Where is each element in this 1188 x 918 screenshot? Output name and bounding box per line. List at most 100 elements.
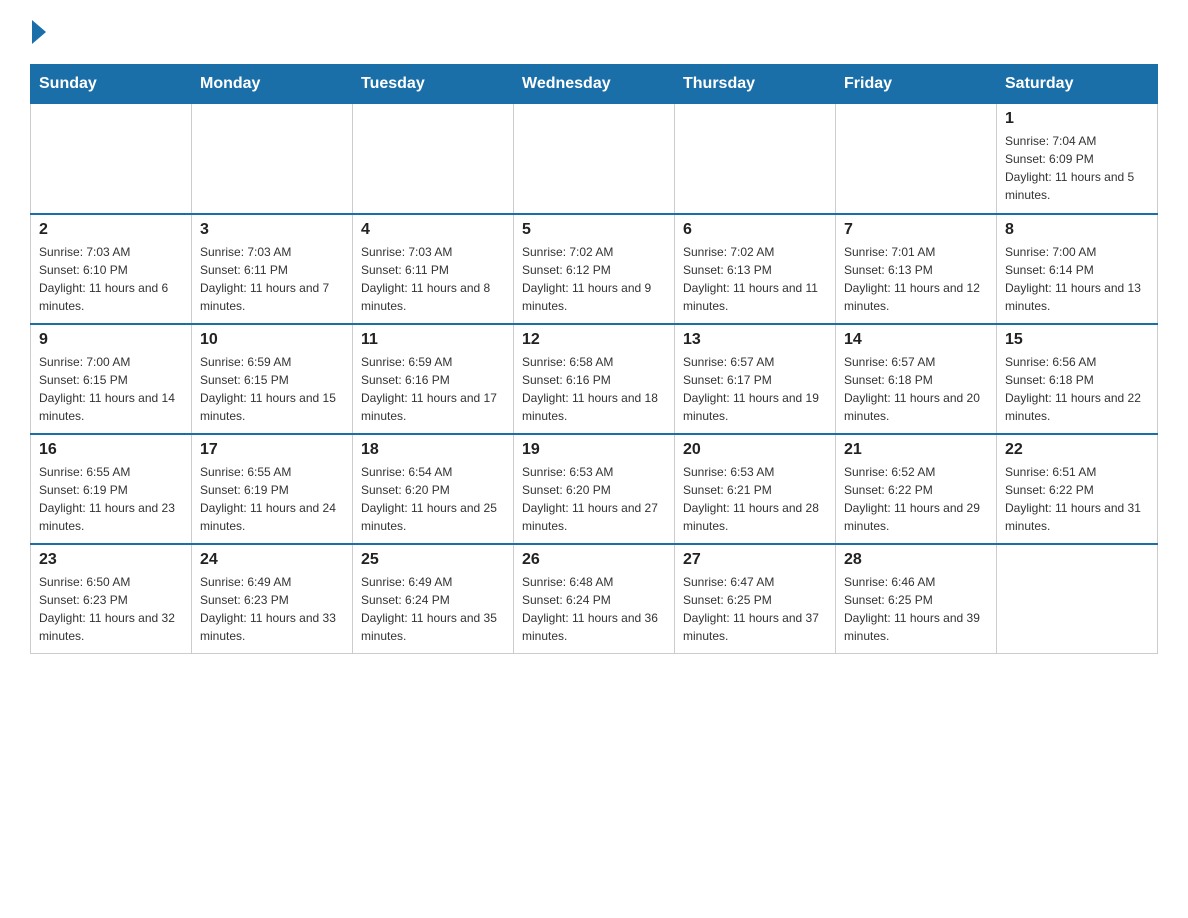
day-info: Sunrise: 6:59 AM Sunset: 6:16 PM Dayligh… <box>361 353 505 425</box>
logo <box>30 20 50 44</box>
day-info: Sunrise: 6:50 AM Sunset: 6:23 PM Dayligh… <box>39 573 183 645</box>
day-number: 22 <box>1005 441 1149 459</box>
calendar-week-2: 2 Sunrise: 7:03 AM Sunset: 6:10 PM Daylig… <box>31 214 1158 324</box>
day-info: Sunrise: 7:02 AM Sunset: 6:12 PM Dayligh… <box>522 243 666 315</box>
day-info: Sunrise: 7:03 AM Sunset: 6:10 PM Dayligh… <box>39 243 183 315</box>
day-info: Sunrise: 7:02 AM Sunset: 6:13 PM Dayligh… <box>683 243 827 315</box>
calendar-cell <box>675 104 836 214</box>
calendar-cell: 5Sunrise: 7:02 AM Sunset: 6:12 PM Daylig… <box>514 214 675 324</box>
weekday-header-thursday: Thursday <box>675 65 836 104</box>
calendar-cell: 6 Sunrise: 7:02 AM Sunset: 6:13 PM Daylig… <box>675 214 836 324</box>
calendar-cell: 2 Sunrise: 7:03 AM Sunset: 6:10 PM Daylig… <box>31 214 192 324</box>
day-info: Sunrise: 7:01 AM Sunset: 6:13 PM Dayligh… <box>844 243 988 315</box>
calendar-cell: 21Sunrise: 6:52 AM Sunset: 6:22 PM Dayli… <box>836 434 997 544</box>
day-info: Sunrise: 6:47 AM Sunset: 6:25 PM Dayligh… <box>683 573 827 645</box>
calendar-cell <box>997 544 1158 654</box>
day-number: 12 <box>522 331 666 349</box>
day-info: Sunrise: 6:59 AM Sunset: 6:15 PM Dayligh… <box>200 353 344 425</box>
day-number: 7 <box>844 221 988 239</box>
calendar-cell: 1Sunrise: 7:04 AM Sunset: 6:09 PM Daylig… <box>997 104 1158 214</box>
day-number: 9 <box>39 331 183 349</box>
day-number: 27 <box>683 551 827 569</box>
calendar-cell: 12 Sunrise: 6:58 AM Sunset: 6:16 PM Dayli… <box>514 324 675 434</box>
calendar-cell: 7 Sunrise: 7:01 AM Sunset: 6:13 PM Daylig… <box>836 214 997 324</box>
day-number: 3 <box>200 221 344 239</box>
calendar-cell: 22 Sunrise: 6:51 AM Sunset: 6:22 PM Dayli… <box>997 434 1158 544</box>
calendar-week-4: 16 Sunrise: 6:55 AM Sunset: 6:19 PM Dayli… <box>31 434 1158 544</box>
day-info: Sunrise: 7:00 AM Sunset: 6:14 PM Dayligh… <box>1005 243 1149 315</box>
day-info: Sunrise: 7:00 AM Sunset: 6:15 PM Dayligh… <box>39 353 183 425</box>
day-number: 13 <box>683 331 827 349</box>
weekday-header-row: SundayMondayTuesdayWednesdayThursdayFrid… <box>31 65 1158 104</box>
calendar-cell: 4 Sunrise: 7:03 AM Sunset: 6:11 PM Daylig… <box>353 214 514 324</box>
calendar-cell: 19 Sunrise: 6:53 AM Sunset: 6:20 PM Dayli… <box>514 434 675 544</box>
day-info: Sunrise: 6:49 AM Sunset: 6:24 PM Dayligh… <box>361 573 505 645</box>
page-header <box>30 20 1158 44</box>
calendar-cell: 9 Sunrise: 7:00 AM Sunset: 6:15 PM Daylig… <box>31 324 192 434</box>
day-info: Sunrise: 6:57 AM Sunset: 6:18 PM Dayligh… <box>844 353 988 425</box>
day-number: 24 <box>200 551 344 569</box>
day-info: Sunrise: 6:58 AM Sunset: 6:16 PM Dayligh… <box>522 353 666 425</box>
day-info: Sunrise: 7:04 AM Sunset: 6:09 PM Dayligh… <box>1005 132 1149 204</box>
weekday-header-tuesday: Tuesday <box>353 65 514 104</box>
calendar-cell: 26Sunrise: 6:48 AM Sunset: 6:24 PM Dayli… <box>514 544 675 654</box>
calendar-cell: 13 Sunrise: 6:57 AM Sunset: 6:17 PM Dayli… <box>675 324 836 434</box>
day-info: Sunrise: 6:56 AM Sunset: 6:18 PM Dayligh… <box>1005 353 1149 425</box>
day-number: 18 <box>361 441 505 459</box>
day-number: 4 <box>361 221 505 239</box>
calendar-table: SundayMondayTuesdayWednesdayThursdayFrid… <box>30 64 1158 654</box>
calendar-cell: 8 Sunrise: 7:00 AM Sunset: 6:14 PM Daylig… <box>997 214 1158 324</box>
day-info: Sunrise: 6:55 AM Sunset: 6:19 PM Dayligh… <box>200 463 344 535</box>
weekday-header-friday: Friday <box>836 65 997 104</box>
calendar-cell: 16 Sunrise: 6:55 AM Sunset: 6:19 PM Dayli… <box>31 434 192 544</box>
day-number: 2 <box>39 221 183 239</box>
day-number: 8 <box>1005 221 1149 239</box>
day-number: 26 <box>522 551 666 569</box>
day-info: Sunrise: 6:55 AM Sunset: 6:19 PM Dayligh… <box>39 463 183 535</box>
calendar-header: SundayMondayTuesdayWednesdayThursdayFrid… <box>31 65 1158 104</box>
calendar-cell: 18 Sunrise: 6:54 AM Sunset: 6:20 PM Dayli… <box>353 434 514 544</box>
calendar-week-5: 23 Sunrise: 6:50 AM Sunset: 6:23 PM Dayli… <box>31 544 1158 654</box>
calendar-week-3: 9 Sunrise: 7:00 AM Sunset: 6:15 PM Daylig… <box>31 324 1158 434</box>
weekday-header-monday: Monday <box>192 65 353 104</box>
weekday-header-saturday: Saturday <box>997 65 1158 104</box>
weekday-header-sunday: Sunday <box>31 65 192 104</box>
calendar-cell <box>353 104 514 214</box>
day-info: Sunrise: 6:46 AM Sunset: 6:25 PM Dayligh… <box>844 573 988 645</box>
calendar-cell: 24 Sunrise: 6:49 AM Sunset: 6:23 PM Dayli… <box>192 544 353 654</box>
day-info: Sunrise: 6:52 AM Sunset: 6:22 PM Dayligh… <box>844 463 988 535</box>
logo-arrow-icon <box>32 20 46 44</box>
calendar-cell <box>192 104 353 214</box>
calendar-cell: 14 Sunrise: 6:57 AM Sunset: 6:18 PM Dayli… <box>836 324 997 434</box>
calendar-cell: 20 Sunrise: 6:53 AM Sunset: 6:21 PM Dayli… <box>675 434 836 544</box>
day-info: Sunrise: 6:49 AM Sunset: 6:23 PM Dayligh… <box>200 573 344 645</box>
weekday-header-wednesday: Wednesday <box>514 65 675 104</box>
day-info: Sunrise: 6:53 AM Sunset: 6:20 PM Dayligh… <box>522 463 666 535</box>
day-number: 16 <box>39 441 183 459</box>
day-number: 25 <box>361 551 505 569</box>
calendar-cell <box>31 104 192 214</box>
day-number: 19 <box>522 441 666 459</box>
day-number: 14 <box>844 331 988 349</box>
day-info: Sunrise: 7:03 AM Sunset: 6:11 PM Dayligh… <box>361 243 505 315</box>
day-info: Sunrise: 6:57 AM Sunset: 6:17 PM Dayligh… <box>683 353 827 425</box>
calendar-cell: 17 Sunrise: 6:55 AM Sunset: 6:19 PM Dayli… <box>192 434 353 544</box>
day-number: 17 <box>200 441 344 459</box>
day-number: 15 <box>1005 331 1149 349</box>
calendar-cell: 27 Sunrise: 6:47 AM Sunset: 6:25 PM Dayli… <box>675 544 836 654</box>
calendar-body: 1Sunrise: 7:04 AM Sunset: 6:09 PM Daylig… <box>31 104 1158 654</box>
day-number: 20 <box>683 441 827 459</box>
calendar-cell <box>836 104 997 214</box>
day-number: 10 <box>200 331 344 349</box>
day-info: Sunrise: 6:53 AM Sunset: 6:21 PM Dayligh… <box>683 463 827 535</box>
calendar-cell: 11 Sunrise: 6:59 AM Sunset: 6:16 PM Dayli… <box>353 324 514 434</box>
day-number: 23 <box>39 551 183 569</box>
day-number: 6 <box>683 221 827 239</box>
day-info: Sunrise: 6:54 AM Sunset: 6:20 PM Dayligh… <box>361 463 505 535</box>
calendar-cell: 23 Sunrise: 6:50 AM Sunset: 6:23 PM Dayli… <box>31 544 192 654</box>
day-info: Sunrise: 6:51 AM Sunset: 6:22 PM Dayligh… <box>1005 463 1149 535</box>
calendar-cell: 15 Sunrise: 6:56 AM Sunset: 6:18 PM Dayli… <box>997 324 1158 434</box>
calendar-cell <box>514 104 675 214</box>
calendar-week-1: 1Sunrise: 7:04 AM Sunset: 6:09 PM Daylig… <box>31 104 1158 214</box>
day-number: 11 <box>361 331 505 349</box>
